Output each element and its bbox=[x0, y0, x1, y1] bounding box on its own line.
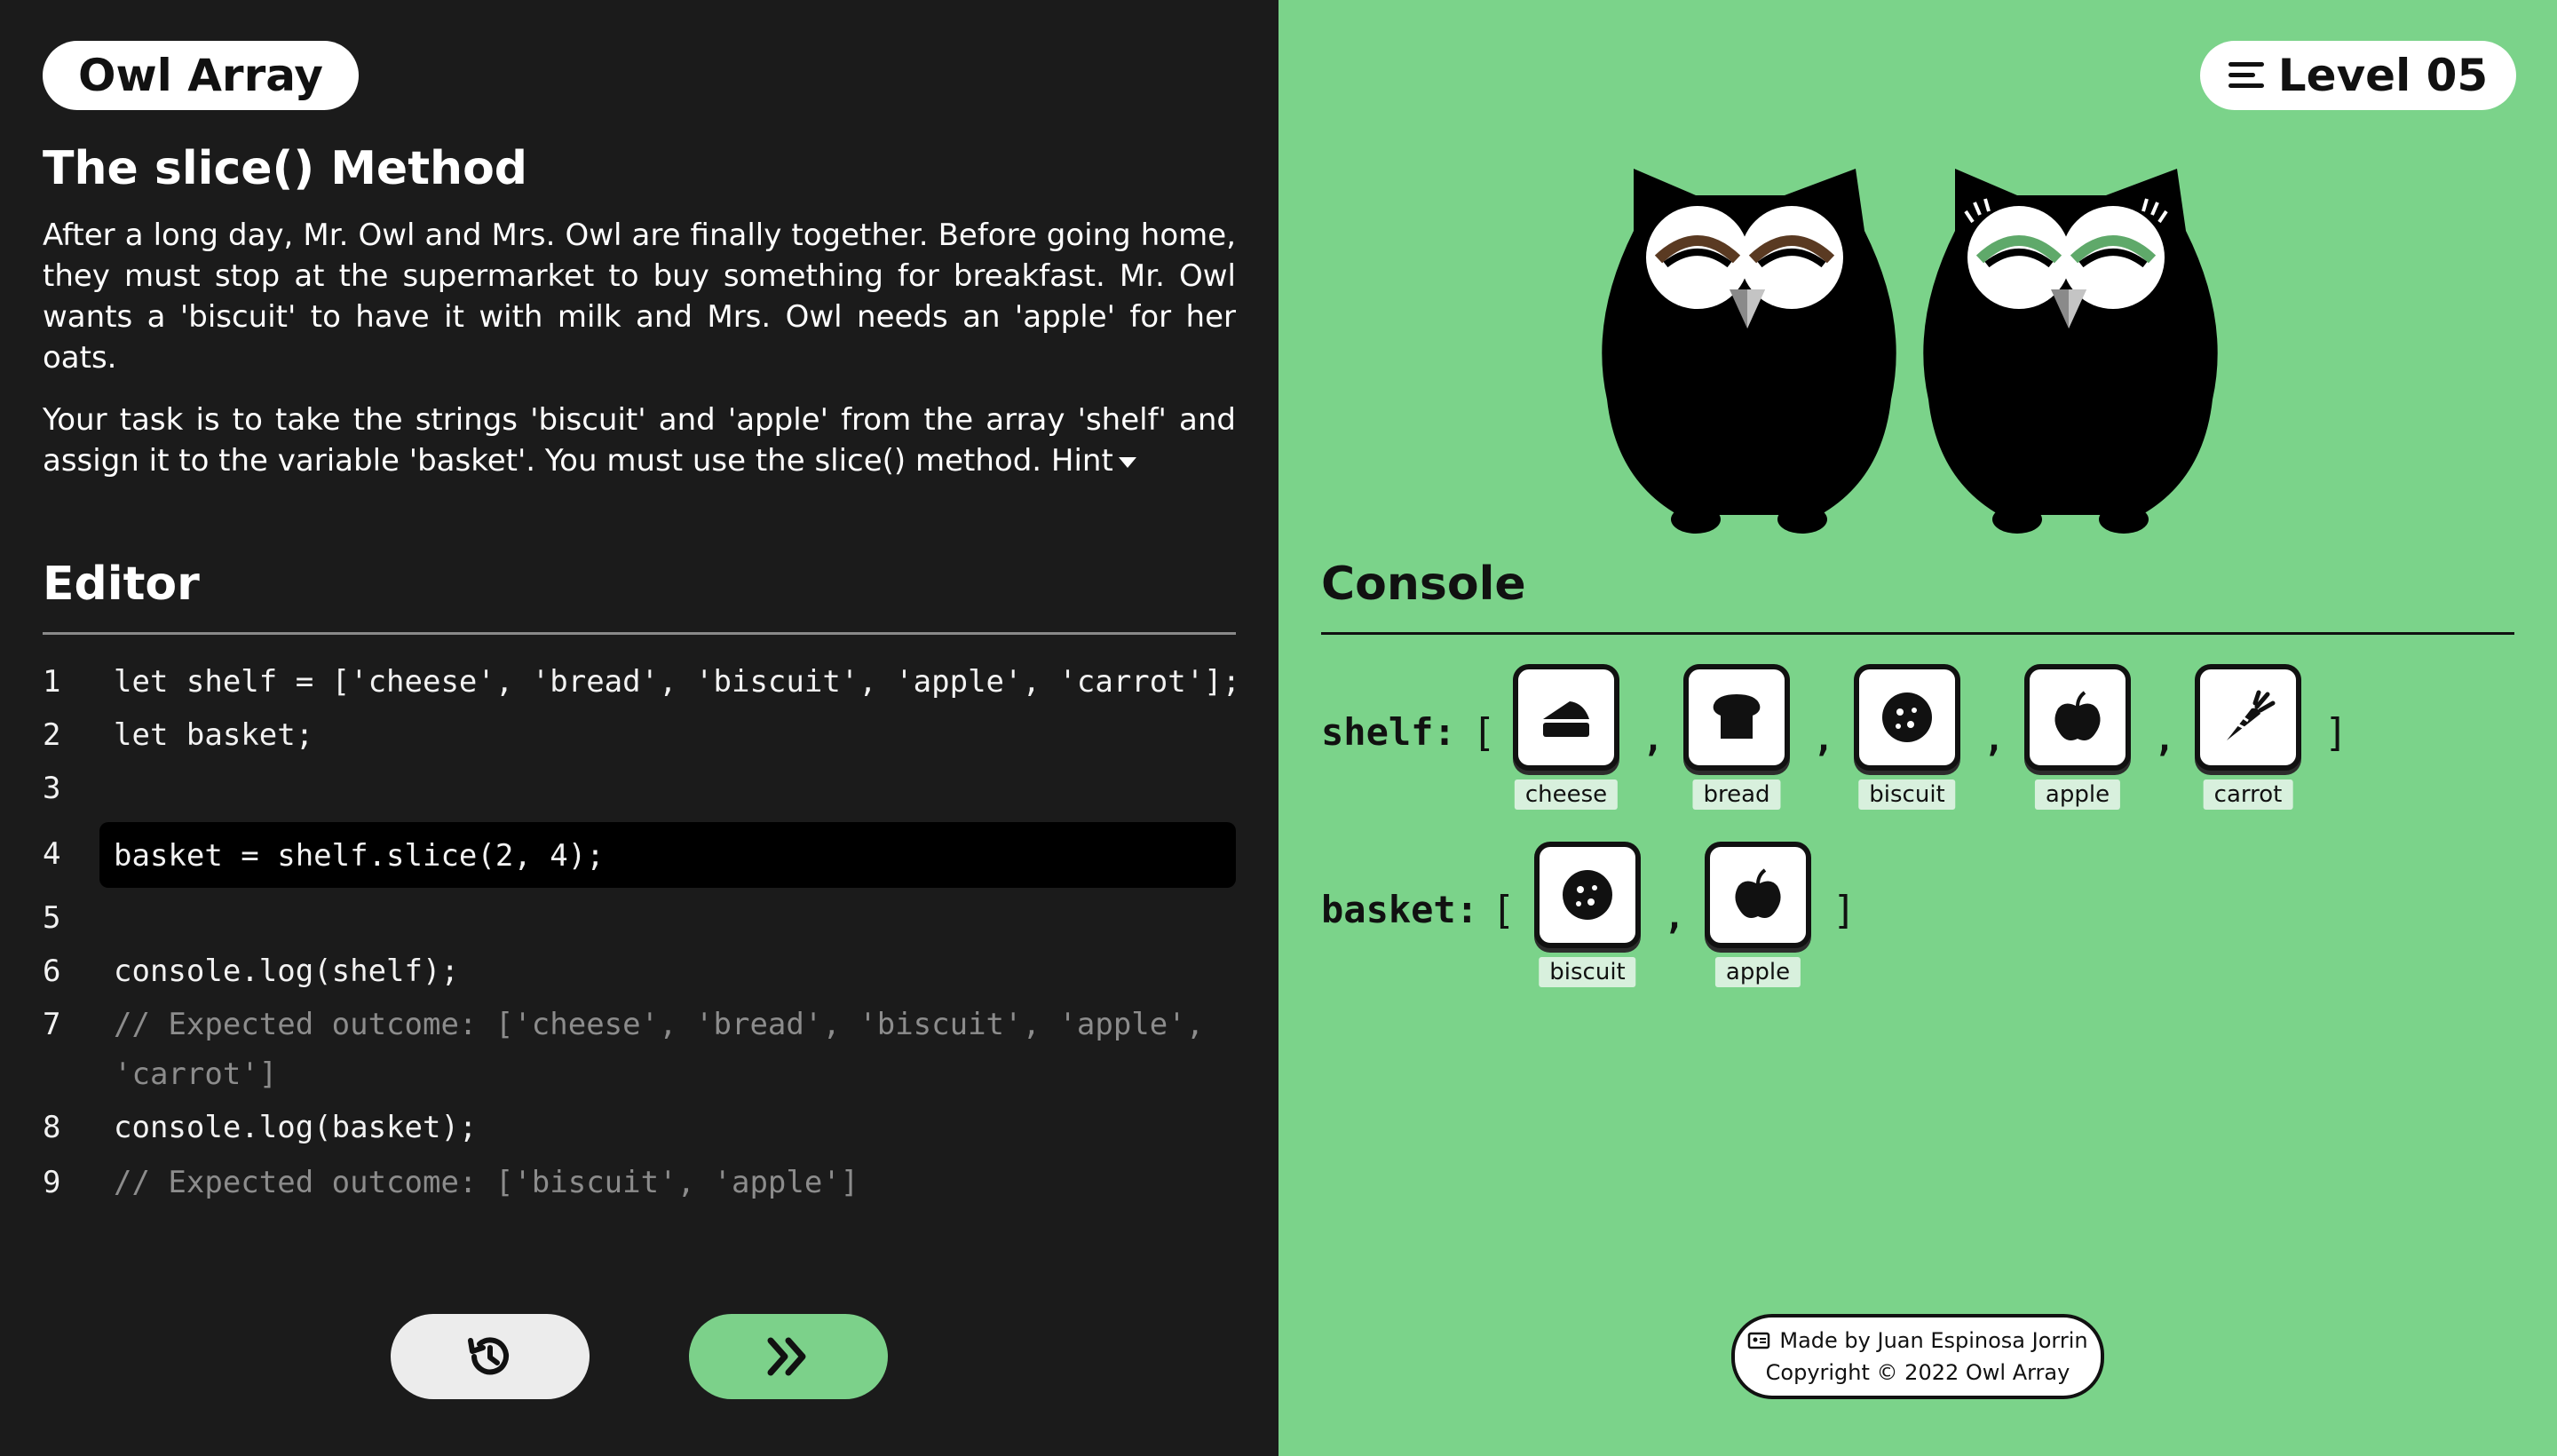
caret-down-icon bbox=[1118, 456, 1136, 468]
code-text: let basket; bbox=[114, 717, 314, 753]
run-button[interactable] bbox=[689, 1314, 888, 1399]
shelf-item-biscuit[interactable] bbox=[1854, 664, 1960, 771]
code-comment: 'carrot'] bbox=[114, 1056, 278, 1092]
shelf-item-carrot[interactable] bbox=[2195, 664, 2301, 771]
shelf-item-label: bread bbox=[1692, 779, 1781, 810]
mrs-owl-icon bbox=[1923, 169, 2218, 534]
lesson-title: The slice() Method bbox=[43, 142, 528, 195]
console-title: Console bbox=[1321, 558, 1526, 611]
apple-icon bbox=[1735, 868, 1781, 918]
shelf-item-label: cheese bbox=[1514, 779, 1619, 810]
credits-copyright: Copyright © 2022 Owl Array bbox=[1765, 1360, 2070, 1385]
basket-close-bracket: ] bbox=[1833, 888, 1856, 933]
app-logo[interactable]: Owl Array bbox=[43, 41, 359, 110]
basket-item-label: biscuit bbox=[1539, 957, 1636, 987]
code-input[interactable] bbox=[114, 836, 1215, 875]
line-number: 3 bbox=[43, 771, 61, 806]
line-number: 5 bbox=[43, 900, 61, 936]
biscuit-icon bbox=[1882, 692, 1932, 742]
comma: , bbox=[1664, 897, 1686, 938]
basket-label: basket: bbox=[1321, 888, 1479, 931]
line-number: 6 bbox=[43, 954, 61, 989]
line-number: 7 bbox=[43, 1007, 61, 1042]
comma: , bbox=[1813, 719, 1835, 760]
reset-button[interactable] bbox=[391, 1314, 590, 1399]
mr-owl-icon bbox=[1602, 169, 1896, 534]
id-card-icon bbox=[1748, 1332, 1770, 1349]
shelf-item-apple[interactable] bbox=[2024, 664, 2131, 771]
lesson-panel: Owl Array The slice() Method After a lon… bbox=[0, 0, 1278, 1456]
line-number: 4 bbox=[43, 836, 61, 872]
bread-icon bbox=[1713, 694, 1761, 739]
owls-illustration bbox=[1602, 169, 2218, 534]
biscuit-icon bbox=[1563, 870, 1612, 920]
carrot-icon bbox=[2227, 690, 2276, 740]
comma: , bbox=[1643, 719, 1665, 760]
credits-badge[interactable]: Made by Juan Espinosa Jorrin Copyright ©… bbox=[1731, 1314, 2104, 1399]
app-root: Owl Array The slice() Method After a lon… bbox=[0, 0, 2557, 1456]
basket-item-biscuit[interactable] bbox=[1534, 842, 1641, 948]
line-number: 8 bbox=[43, 1110, 61, 1145]
console-panel: Level 05 Console shelf: [cheese , bread… bbox=[1278, 0, 2557, 1456]
level-label: Level 05 bbox=[2277, 50, 2489, 101]
code-comment: // Expected outcome: ['biscuit', 'apple'… bbox=[114, 1165, 859, 1200]
cheese-icon bbox=[1543, 701, 1589, 737]
lesson-paragraph-2: Your task is to take the strings 'biscui… bbox=[43, 400, 1236, 481]
shelf-close-bracket: ] bbox=[2324, 710, 2348, 756]
history-icon bbox=[468, 1337, 509, 1375]
basket-item-label: apple bbox=[1714, 957, 1801, 987]
shelf-item-cheese[interactable] bbox=[1513, 664, 1619, 771]
shelf-item-label: apple bbox=[2034, 779, 2121, 810]
comma: , bbox=[1983, 719, 2006, 760]
level-menu-button[interactable]: Level 05 bbox=[2200, 41, 2516, 110]
console-divider bbox=[1321, 632, 2514, 635]
shelf-item-label: carrot bbox=[2203, 779, 2293, 810]
fast-forward-icon bbox=[767, 1337, 806, 1376]
lesson-description: After a long day, Mr. Owl and Mrs. Owl a… bbox=[43, 215, 1236, 502]
code-text: let shelf = ['cheese', 'bread', 'biscuit… bbox=[114, 664, 1241, 700]
menu-icon bbox=[2228, 62, 2264, 89]
hint-label: Hint bbox=[1050, 443, 1113, 479]
lesson-paragraph-1: After a long day, Mr. Owl and Mrs. Owl a… bbox=[43, 218, 1236, 376]
credits-line-1: Made by Juan Espinosa Jorrin bbox=[1747, 1325, 2088, 1357]
hint-toggle[interactable]: Hint bbox=[1051, 443, 1136, 479]
shelf-label: shelf: bbox=[1321, 710, 1456, 754]
code-text: console.log(shelf); bbox=[114, 954, 459, 989]
editor-divider bbox=[43, 632, 1236, 635]
line-number: 1 bbox=[43, 664, 61, 700]
code-text: console.log(basket); bbox=[114, 1110, 478, 1145]
app-logo-text: Owl Array bbox=[77, 50, 324, 101]
apple-icon bbox=[2054, 691, 2101, 740]
shelf-item-label: biscuit bbox=[1858, 779, 1956, 810]
line-number: 2 bbox=[43, 717, 61, 753]
editor-title: Editor bbox=[43, 558, 200, 611]
shelf-open-bracket: [ bbox=[1472, 710, 1496, 756]
credits-author: Made by Juan Espinosa Jorrin bbox=[1779, 1328, 2088, 1353]
code-comment: // Expected outcome: ['cheese', 'bread',… bbox=[114, 1007, 1205, 1042]
basket-open-bracket: [ bbox=[1492, 888, 1516, 933]
basket-item-apple[interactable] bbox=[1705, 842, 1811, 948]
line-number: 9 bbox=[43, 1165, 61, 1200]
shelf-item-bread[interactable] bbox=[1683, 664, 1790, 771]
comma: , bbox=[2154, 719, 2176, 760]
